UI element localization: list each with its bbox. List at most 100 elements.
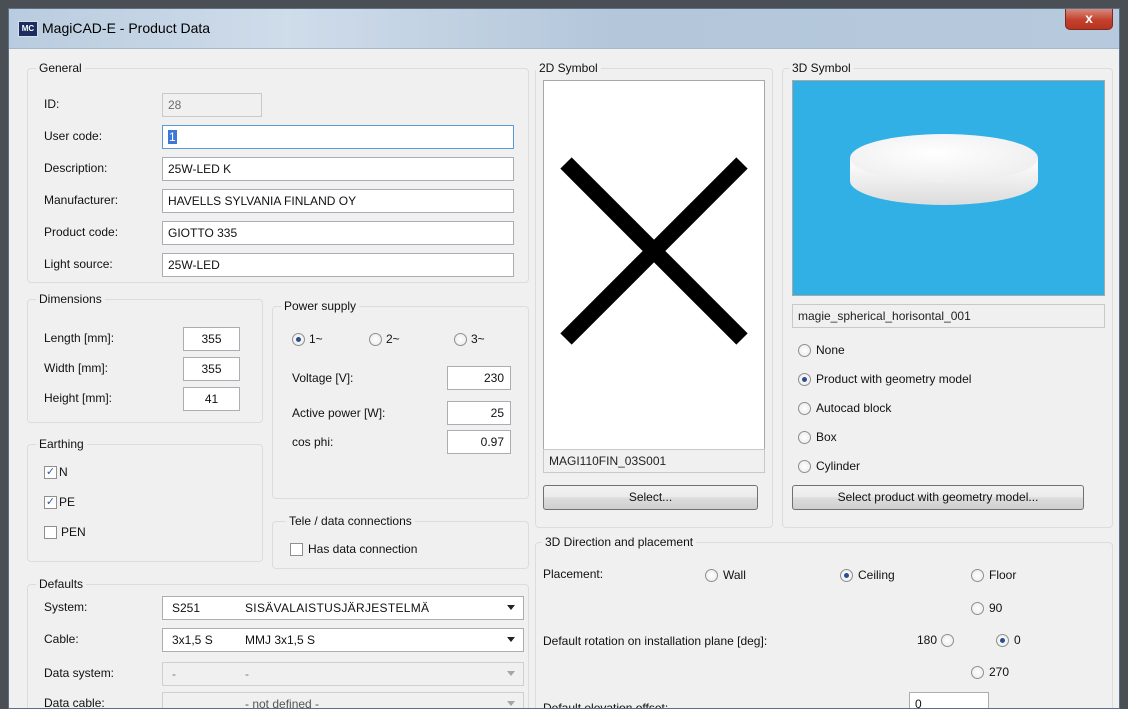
rotation-label: Default rotation on installation plane [… — [543, 634, 768, 648]
placement-ceiling-radio[interactable] — [840, 569, 853, 582]
product-code-label: Product code: — [44, 225, 119, 239]
light-source-label: Light source: — [44, 257, 113, 271]
symbol-2d-name-field: MAGI110FIN_03S001 — [543, 449, 765, 473]
height-field[interactable]: 41 — [183, 387, 240, 411]
title-bar[interactable]: MC MagiCAD-E - Product Data x — [9, 9, 1119, 49]
select-2d-symbol-button[interactable]: Select... — [543, 485, 758, 510]
data-cable-name: - not defined - — [245, 697, 320, 709]
cable-name: MMJ 3x1,5 S — [245, 633, 316, 647]
cable-label: Cable: — [44, 632, 79, 646]
earthing-n-label: N — [59, 465, 68, 479]
direction-placement-legend: 3D Direction and placement — [542, 535, 697, 549]
luminaire-3d-model-icon — [850, 134, 1038, 205]
rotation-270-label: 270 — [989, 665, 1010, 679]
cable-combo[interactable]: 3x1,5 S MMJ 3x1,5 S — [162, 628, 524, 652]
earthing-pen-checkbox[interactable] — [44, 526, 57, 539]
rotation-270-radio[interactable] — [971, 666, 984, 679]
direction-placement-group: 3D Direction and placement — [535, 535, 1113, 708]
data-cable-label: Data cable: — [44, 696, 105, 709]
dimensions-legend: Dimensions — [36, 292, 105, 306]
id-field: 28 — [162, 93, 262, 117]
description-label: Description: — [44, 161, 108, 175]
system-combo[interactable]: S251 SISÄVALAISTUSJÄRJESTELMÄ — [162, 596, 524, 620]
data-system-label: Data system: — [44, 666, 115, 680]
general-legend: General — [36, 61, 85, 75]
magicad-app-icon: MC — [18, 21, 38, 37]
rotation-90-label: 90 — [989, 601, 1003, 615]
earthing-n-checkbox[interactable]: ✓ — [44, 466, 57, 479]
manufacturer-field[interactable]: HAVELLS SYLVANIA FINLAND OY — [162, 189, 514, 213]
data-system-name: - — [245, 667, 249, 681]
length-label: Length [mm]: — [44, 331, 115, 345]
symbol-3d-box-radio[interactable] — [798, 431, 811, 444]
earthing-legend: Earthing — [36, 437, 87, 451]
width-field[interactable]: 355 — [183, 357, 240, 381]
rotation-180-radio[interactable] — [941, 634, 954, 647]
light-source-field[interactable]: 25W-LED — [162, 253, 514, 277]
placement-wall-label: Wall — [723, 568, 746, 582]
symbol-3d-geometry-label: Product with geometry model — [816, 372, 972, 386]
tele-data-legend: Tele / data connections — [286, 514, 415, 528]
chevron-down-icon — [507, 671, 515, 676]
symbol-3d-cylinder-radio[interactable] — [798, 460, 811, 473]
earthing-pe-checkbox[interactable]: ✓ — [44, 496, 57, 509]
symbol-3d-preview — [792, 80, 1105, 296]
symbol-3d-autocad-radio[interactable] — [798, 402, 811, 415]
earthing-pen-label: PEN — [61, 525, 86, 539]
cos-phi-field[interactable]: 0.97 — [447, 430, 511, 454]
manufacturer-label: Manufacturer: — [44, 193, 119, 207]
data-system-combo[interactable]: - - — [162, 662, 524, 686]
description-field[interactable]: 25W-LED K — [162, 157, 514, 181]
active-power-field[interactable]: 25 — [447, 401, 511, 425]
chevron-down-icon — [507, 637, 515, 642]
placement-wall-radio[interactable] — [705, 569, 718, 582]
product-code-field[interactable]: GIOTTO 335 — [162, 221, 514, 245]
phase-1-label: 1~ — [309, 332, 323, 346]
phase-3-radio[interactable] — [454, 333, 467, 346]
system-label: System: — [44, 600, 88, 614]
symbol-2d-legend: 2D Symbol — [536, 61, 601, 75]
earthing-pe-label: PE — [59, 495, 76, 509]
symbol-3d-cylinder-label: Cylinder — [816, 459, 861, 473]
symbol-3d-geometry-radio[interactable] — [798, 373, 811, 386]
symbol-3d-none-radio[interactable] — [798, 344, 811, 357]
id-label: ID: — [44, 97, 60, 111]
length-field[interactable]: 355 — [183, 327, 240, 351]
active-power-label: Active power [W]: — [292, 406, 386, 420]
product-data-window: MC MagiCAD-E - Product Data x General ID… — [8, 8, 1120, 709]
voltage-field[interactable]: 230 — [447, 366, 511, 390]
cross-symbol-icon — [560, 157, 748, 345]
rotation-90-radio[interactable] — [971, 602, 984, 615]
system-code: S251 — [172, 601, 201, 615]
user-code-field[interactable]: 1 — [162, 125, 514, 149]
placement-floor-label: Floor — [989, 568, 1017, 582]
elevation-field[interactable]: 0 — [909, 692, 989, 708]
has-data-connection-checkbox[interactable] — [290, 543, 303, 556]
cos-phi-label: cos phi: — [292, 435, 334, 449]
user-code-value: 1 — [168, 130, 177, 144]
has-data-connection-label: Has data connection — [308, 542, 418, 556]
symbol-3d-none-label: None — [816, 343, 845, 357]
width-label: Width [mm]: — [44, 361, 109, 375]
placement-floor-radio[interactable] — [971, 569, 984, 582]
rotation-180-label: 180 — [917, 633, 938, 647]
phase-1-radio[interactable] — [292, 333, 305, 346]
data-system-code: - — [172, 667, 176, 681]
symbol-3d-name-field: magie_spherical_horisontal_001 — [792, 304, 1105, 328]
defaults-legend: Defaults — [36, 577, 87, 591]
height-label: Height [mm]: — [44, 391, 113, 405]
rotation-0-radio[interactable] — [996, 634, 1009, 647]
data-cable-combo[interactable]: - not defined - — [162, 692, 524, 709]
select-geometry-model-button[interactable]: Select product with geometry model... — [792, 485, 1084, 510]
phase-3-label: 3~ — [471, 332, 485, 346]
phase-2-radio[interactable] — [369, 333, 382, 346]
window-title: MagiCAD-E - Product Data — [42, 20, 211, 36]
symbol-3d-legend: 3D Symbol — [789, 61, 854, 75]
symbol-3d-autocad-label: Autocad block — [816, 401, 892, 415]
elevation-label: Default elevation offset: — [543, 701, 669, 709]
placement-ceiling-label: Ceiling — [858, 568, 895, 582]
rotation-0-label: 0 — [1014, 633, 1021, 647]
power-supply-legend: Power supply — [281, 299, 360, 313]
close-button[interactable]: x — [1065, 9, 1113, 30]
user-code-label: User code: — [44, 129, 103, 143]
